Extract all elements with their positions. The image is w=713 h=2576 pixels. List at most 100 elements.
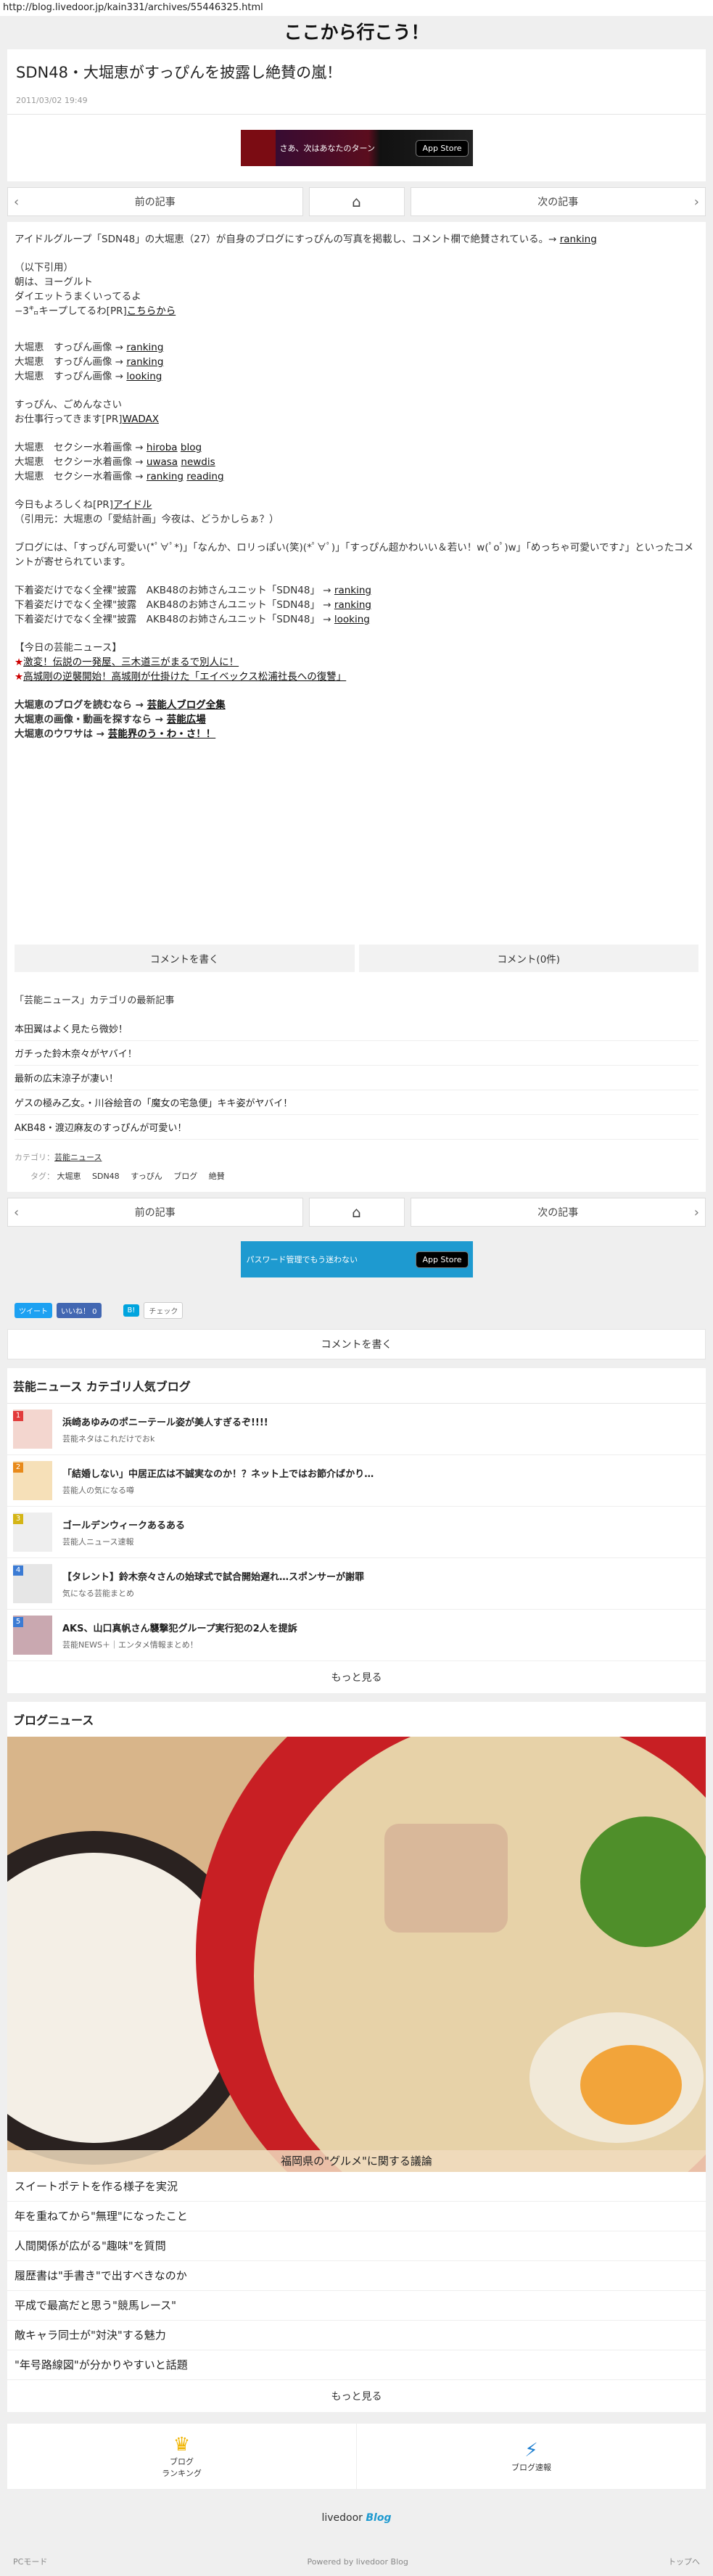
news-item[interactable]: 人間関係が広がる"趣味"を質問 (7, 2231, 706, 2261)
apology-line: お仕事行ってきます[PR] (15, 413, 123, 425)
pr-link[interactable]: こちらから (127, 305, 176, 317)
blog-news-title: ブログニュース (13, 1713, 94, 1727)
app-store-label: App Store (422, 1254, 462, 1264)
home-icon: ⌂ (352, 193, 361, 210)
blog-title[interactable]: ここから行こう！ (0, 16, 713, 49)
popular-item[interactable]: 2 「結婚しない」中居正広は不誠実なのか！？ネット上ではお節介ばかり… 芸能人の気… (7, 1455, 706, 1507)
tag-link[interactable]: すっぴん (131, 1170, 162, 1182)
home-button[interactable]: ⌂ (308, 187, 405, 216)
popular-item[interactable]: 3 ゴールデンウィークあるある 芸能人ニュース速報 (7, 1507, 706, 1558)
rank-badge: 1 (13, 1411, 23, 1421)
wadax-link[interactable]: WADAX (122, 413, 159, 425)
geino-blog-link[interactable]: 芸能人ブログ全集 (147, 699, 226, 711)
rank-badge: 2 (13, 1462, 23, 1473)
newdis-link[interactable]: newdis (181, 456, 215, 468)
tweet-button[interactable]: ツイート (15, 1303, 52, 1318)
pc-mode-link[interactable]: PCモード (13, 2556, 47, 2567)
blog-ranking-button[interactable]: ♛ ブログ ランキング (7, 2424, 357, 2489)
today-line: 今日もよろしくね[PR] (15, 499, 114, 511)
looking-link[interactable]: looking (334, 614, 370, 625)
ad-banner-top[interactable]: さあ、次はあなたのターン App Store (240, 130, 473, 166)
blog-speed-button[interactable]: ⚡ ブログ速報 (357, 2424, 706, 2489)
popular-more-button[interactable]: もっと見る (7, 1661, 706, 1693)
recent-item[interactable]: ガチった鈴木奈々がヤバイ！ (15, 1041, 698, 1066)
livedoor-blog-logo[interactable]: livedoor Blog (0, 2489, 713, 2547)
news-item[interactable]: 年を重ねてから"無理"になったこと (7, 2202, 706, 2231)
check-button[interactable]: チェック (144, 1302, 184, 1319)
share-bar: ツイート いいね！ 0 B! チェック (0, 1286, 713, 1329)
popular-item[interactable]: 5 AKS、山口真帆さん襲撃犯グループ実行犯の2人を提訴 芸能NEWS＋｜エンタメ… (7, 1610, 706, 1661)
write-comment-button[interactable]: コメントを書く (15, 945, 355, 972)
category-link[interactable]: 芸能ニュース (54, 1151, 102, 1163)
quote-head: （以下引用） (15, 262, 73, 273)
ranking-link[interactable]: ranking (126, 356, 163, 368)
recent-item[interactable]: ゲスの極み乙女。・川谷絵音の「魔女の宅急便」キキ姿がヤバイ！ (15, 1090, 698, 1115)
link-line-text: 大堀恵 すっぴん画像 → (15, 356, 124, 368)
ranking-link[interactable]: ranking (334, 585, 371, 596)
popular-item-title: ゴールデンウィークあるある (62, 1520, 186, 1531)
comment-count-button[interactable]: コメント(0件) (358, 945, 698, 972)
back-to-top-link[interactable]: トップへ (668, 2556, 700, 2567)
powered-by: Powered by livedoor Blog (307, 2556, 408, 2567)
intro-text: アイドルグループ「SDN48」の大堀恵（27）が自身のブログにすっぴんの写真を掲… (15, 234, 557, 245)
ranking-link[interactable]: ranking (126, 342, 163, 353)
tag-link[interactable]: 絶賛 (209, 1170, 225, 1182)
tag-link[interactable]: SDN48 (92, 1172, 120, 1181)
chevron-right-icon: › (693, 1204, 699, 1220)
looking-link[interactable]: looking (126, 371, 162, 382)
popular-item[interactable]: 1 浜崎あゆみのポニーテール姿が美人すぎるぞ!!!! 芸能ネタはこれだけでおk (7, 1404, 706, 1455)
lightning-icon: ⚡ (524, 2440, 538, 2461)
write-comment-button[interactable]: コメントを書く (7, 1329, 706, 1359)
ad-app-icon (240, 130, 276, 166)
next-article-button[interactable]: 次の記事 › (410, 187, 706, 216)
address-bar[interactable]: http://blog.livedoor.jp/kain331/archives… (0, 0, 713, 16)
tag-link[interactable]: 大堀恵 (57, 1170, 81, 1182)
news-item[interactable]: 敵キャラ同士が"対決"する魅力 (7, 2321, 706, 2350)
link-line-text: 大堀恵 セクシー水着画像 → (15, 456, 144, 468)
news-item[interactable]: スイートポテトを作る様子を実況 (7, 2172, 706, 2202)
geino-uwasa-link[interactable]: 芸能界のう・わ・さ！！ (108, 728, 216, 740)
ramen-photo-illustration (7, 1737, 706, 2172)
ranking-link[interactable]: ranking (334, 599, 371, 611)
category-line: カテゴリ：芸能ニュース (15, 1140, 698, 1166)
hiroba-link[interactable]: hiroba (147, 442, 178, 453)
news-item[interactable]: "年号路線図"が分かりやすいと話題 (7, 2350, 706, 2380)
prev-article-button[interactable]: ‹ 前の記事 (7, 1198, 303, 1227)
reading-link[interactable]: reading (186, 471, 223, 482)
pager-bottom: ‹ 前の記事 ⌂ 次の記事 › (0, 1192, 713, 1233)
logo-blog: Blog (366, 2512, 392, 2524)
hatena-bookmark-button[interactable]: B! (123, 1304, 140, 1317)
home-button[interactable]: ⌂ (308, 1198, 405, 1227)
uwasa-link[interactable]: uwasa (147, 456, 178, 468)
popular-item[interactable]: 4 【タレント】鈴木奈々さんの始球式で試合開始遅れ…スポンサーが謝罪 気になる芸能… (7, 1558, 706, 1610)
like-button[interactable]: いいね！ 0 (57, 1303, 102, 1318)
ranking-link[interactable]: ranking (147, 471, 184, 482)
recent-item[interactable]: 最新の広末涼子が凄い！ (15, 1066, 698, 1090)
news-more-button[interactable]: もっと見る (7, 2380, 706, 2412)
geino-hiroba-link[interactable]: 芸能広場 (167, 714, 206, 725)
comments-summary: ブログには、「すっぴん可愛い(*ﾟ∀ﾟ*)」「なんか、ロリっぽい(笑)(*ﾟ∀ﾟ… (15, 542, 694, 568)
quote-line: −3㌔キープしてるわ[PR] (15, 305, 127, 317)
news-item[interactable]: 平成で最高だと思う"競馬レース" (7, 2291, 706, 2321)
blog-link[interactable]: blog (181, 442, 202, 453)
news-photo[interactable]: 福岡県の"グルメ"に関する議論 (7, 1737, 706, 2172)
chevron-left-icon: ‹ (14, 194, 20, 210)
intro-link[interactable]: ranking (560, 234, 597, 245)
prev-article-button[interactable]: ‹ 前の記事 (7, 187, 303, 216)
ad-banner-bottom[interactable]: パスワード管理でもう迷わない App Store (240, 1241, 473, 1277)
recent-title: 「芸能ニュース」カテゴリの最新記事 (15, 995, 175, 1006)
next-article-button[interactable]: 次の記事 › (410, 1198, 706, 1227)
tag-link[interactable]: ブログ (173, 1170, 197, 1182)
idol-link[interactable]: アイドル (113, 499, 152, 511)
recent-item[interactable]: AKB48・渡辺麻友のすっぴんが可愛い！ (15, 1115, 698, 1140)
prev-label: 前の記事 (134, 1207, 176, 1219)
news-item[interactable]: 履歴書は"手書き"で出すべきなのか (7, 2261, 706, 2291)
news-link[interactable]: 高城剛の逆襲開始！高城剛が仕掛けた「エイベックス松浦社長への復讐」 (23, 671, 346, 683)
news-link[interactable]: 激変！伝説の一発屋、三木道三がまるで別人に！ (23, 657, 239, 668)
prev-label: 前の記事 (134, 197, 176, 208)
ad-slot-bottom: パスワード管理でもう迷わない App Store (0, 1233, 713, 1286)
popular-item-blog: 芸能ネタはこれだけでおk (62, 1433, 155, 1444)
tag-label: タグ： (30, 1172, 54, 1181)
ad-text: パスワード管理でもう迷わない (246, 1255, 358, 1264)
recent-item[interactable]: 本田翼はよく見たら微妙！ (15, 1016, 698, 1041)
